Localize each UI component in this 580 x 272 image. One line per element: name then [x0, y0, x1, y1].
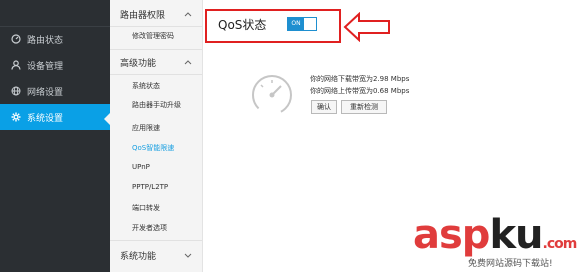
- toggle-on-label: ON: [288, 18, 304, 30]
- sub-item-port-forwarding[interactable]: 端口转发: [132, 203, 160, 213]
- qos-toggle[interactable]: ON: [287, 17, 317, 31]
- divider: [110, 26, 202, 27]
- sidebar-item-label: 网络设置: [27, 87, 64, 98]
- watermark-brand-a: asp: [413, 212, 490, 258]
- divider: [110, 240, 202, 241]
- sidebar-item-system-settings[interactable]: 系统设置: [0, 104, 110, 130]
- main-sidebar: 路由状态 设备管理 网络设置 系统设置: [0, 0, 110, 272]
- watermark-logo: aspku.com: [413, 212, 578, 258]
- speedometer-icon: [252, 75, 292, 115]
- chevron-down-icon: [184, 253, 192, 258]
- group-advanced-features[interactable]: 高级功能: [110, 50, 202, 74]
- sub-sidebar: 路由器权限 修改管理密码 高级功能 系统状态 路由器手动升级 应用限速 QoS智…: [110, 0, 203, 272]
- group-system-functions[interactable]: 系统功能: [110, 243, 202, 267]
- download-bandwidth-text: 你的网络下载带宽为2.98 Mbps: [310, 75, 410, 83]
- sub-item-developer-options[interactable]: 开发者选项: [132, 223, 167, 233]
- gear-icon: [11, 112, 21, 122]
- sub-item-app-speed-limit[interactable]: 应用限速: [132, 123, 160, 133]
- sidebar-item-router-status[interactable]: 路由状态: [0, 26, 110, 52]
- sub-item-upnp[interactable]: UPnP: [132, 163, 150, 171]
- group-label: 路由器权限: [120, 10, 166, 21]
- confirm-button[interactable]: 确认: [311, 100, 337, 114]
- speedometer-icon: [11, 34, 21, 44]
- watermark-tld: .com: [542, 236, 578, 252]
- group-label: 高级功能: [120, 58, 157, 69]
- chevron-up-icon: [184, 12, 192, 17]
- sub-item-qos[interactable]: QoS智能限速: [132, 143, 174, 153]
- sub-item-manual-upgrade[interactable]: 路由器手动升级: [132, 100, 181, 110]
- chevron-up-icon: [184, 60, 192, 65]
- sidebar-item-device-management[interactable]: 设备管理: [0, 52, 110, 78]
- sub-item-change-password[interactable]: 修改管理密码: [132, 31, 174, 41]
- sidebar-item-network-settings[interactable]: 网络设置: [0, 78, 110, 104]
- group-label: 系统功能: [120, 251, 157, 262]
- sidebar-item-label: 路由状态: [27, 35, 64, 46]
- sub-item-system-status[interactable]: 系统状态: [132, 81, 160, 91]
- watermark-brand-b: ku: [489, 212, 543, 258]
- sidebar-item-label: 设备管理: [27, 61, 64, 72]
- globe-icon: [11, 86, 21, 96]
- retest-button[interactable]: 重新检测: [341, 100, 387, 114]
- upload-bandwidth-text: 你的网络上传带宽为0.68 Mbps: [310, 87, 410, 95]
- user-icon: [11, 60, 21, 70]
- sidebar-item-label: 系统设置: [27, 113, 64, 124]
- watermark-subtitle: 免费网站源码下载站!: [468, 259, 553, 269]
- group-router-permissions[interactable]: 路由器权限: [110, 2, 202, 26]
- sub-item-pptp-l2tp[interactable]: PPTP/L2TP: [132, 183, 168, 191]
- qos-status-title: QoS状态: [218, 18, 267, 32]
- divider: [110, 74, 202, 75]
- arrow-left-icon: [343, 12, 390, 42]
